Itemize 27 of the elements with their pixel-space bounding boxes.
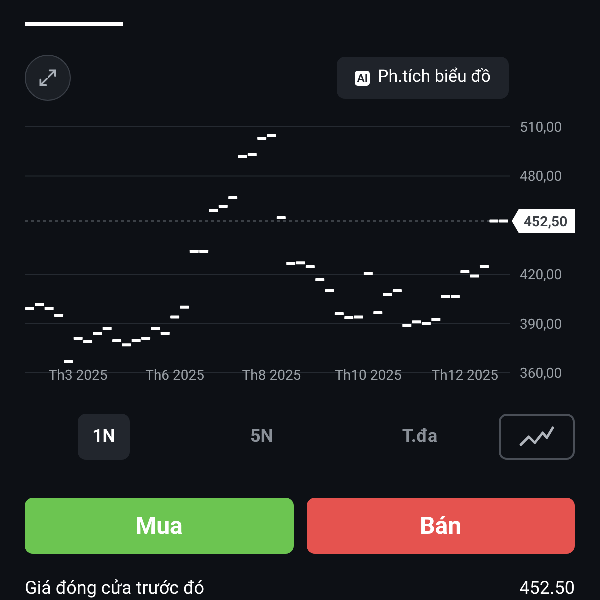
x-axis-label: Th3 2025 [48,368,108,384]
x-axis-label: Th8 2025 [242,368,302,384]
stat-label: Giá đóng cửa trước đó [25,578,205,600]
price-mark [64,360,74,364]
y-axis-label: 480,00 [520,169,562,186]
period-tab[interactable]: 1N [78,414,130,460]
expand-button[interactable] [25,55,71,101]
line-chart-icon [519,426,555,448]
x-axis-label: Th6 2025 [146,368,204,384]
price-tag: 452,50 [512,209,575,234]
price-mark [276,216,286,220]
chart-type-button[interactable] [499,414,575,460]
y-axis-label: 360,00 [520,366,562,382]
y-axis-label: 420,00 [520,268,562,284]
sell-button[interactable]: Bán [306,498,575,554]
price-mark [374,311,383,314]
price-mark [364,272,373,276]
x-axis-label: Th10 2025 [335,368,402,384]
expand-icon [37,67,59,89]
period-tab[interactable]: T.đa [388,414,452,460]
y-axis-label: 510,00 [520,120,562,136]
stat-value: 452.50 [520,578,575,600]
x-axis-label: Th12 2025 [432,368,499,384]
y-axis-label: 390,00 [520,316,562,333]
ai-badge: AI [355,70,370,86]
period-tab[interactable]: 5N [236,414,288,460]
chart-analysis-button[interactable]: AI Ph.tích biểu đồ [337,57,509,99]
